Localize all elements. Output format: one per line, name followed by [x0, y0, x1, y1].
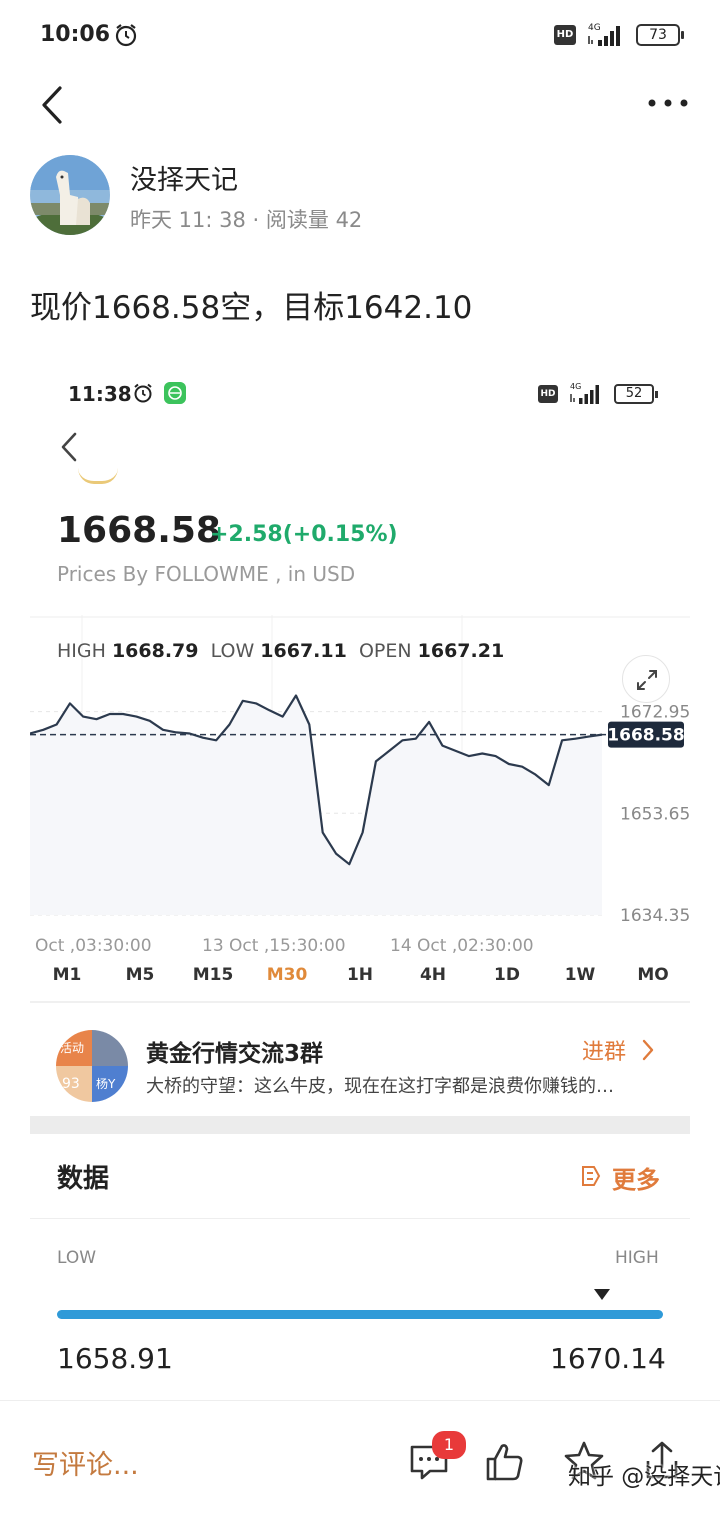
network-label: 4G	[588, 23, 601, 33]
embedded-status-time: 11:38	[68, 382, 132, 406]
embedded-battery-indicator: 52	[614, 384, 658, 404]
timeframe-tab-m5[interactable]: M5	[110, 965, 170, 985]
low-value: 1667.11	[260, 640, 347, 662]
embedded-network-label: 4G	[570, 382, 581, 391]
price-line-chart[interactable]: 1672.95 1653.65 1634.35 1668.58 Oct ,03:30:0…	[30, 615, 690, 965]
fullscreen-button[interactable]	[622, 655, 670, 703]
price-source: Prices By FOLLOWME , in USD	[57, 562, 356, 586]
range-high-label: HIGH	[615, 1248, 659, 1268]
high-low-open-row: HIGH 1668.79 LOW 1667.11 OPEN 1667.21	[57, 640, 504, 662]
post-text: 现价1668.58空，目标1642.10	[30, 290, 473, 326]
current-price: 1668.58	[57, 510, 221, 551]
avatar-number: 93	[62, 1076, 80, 1092]
expand-icon	[637, 670, 657, 690]
avatar[interactable]	[30, 155, 110, 235]
coin-logo-fragment	[78, 468, 118, 484]
section-separator	[30, 1116, 690, 1134]
bottom-action-bar: 写评论... 1 知乎 @没择天记	[0, 1400, 720, 1520]
x-tick-label: Oct ,03:30:00	[35, 936, 152, 956]
author-name[interactable]: 没择天记	[130, 158, 238, 197]
thumbs-up-icon[interactable]	[484, 1441, 526, 1483]
more-link[interactable]: 更多	[612, 1160, 660, 1195]
status-time: 10:06	[40, 22, 111, 47]
watermark: 知乎 @没择天记	[568, 1464, 720, 1490]
more-horizontal-icon[interactable]	[644, 96, 692, 110]
hd-badge: HD	[554, 25, 576, 45]
divider	[30, 1001, 690, 1003]
group-name[interactable]: 黄金行情交流3群	[146, 1034, 323, 1068]
alarm-clock-icon	[115, 24, 137, 47]
timeframe-tab-m1[interactable]: M1	[37, 965, 97, 985]
x-tick-label: 14 Oct ,02:30:00	[390, 936, 534, 956]
range-high-value: 1670.14	[550, 1342, 666, 1375]
signal-icon: 4G	[588, 23, 620, 46]
current-price-label: 1668.58	[607, 726, 684, 746]
open-label: OPEN	[358, 640, 412, 662]
chevron-left-icon[interactable]	[36, 82, 68, 128]
timeframe-tabs: M1 M5 M15 M30 1H 4H 1D 1W MO	[30, 965, 690, 995]
signal-icon: 4G	[570, 382, 599, 404]
comment-count-badge: 1	[432, 1431, 466, 1459]
y-tick-label: 1672.95	[620, 703, 690, 723]
embedded-hd-badge: HD	[538, 385, 558, 403]
embedded-screenshot[interactable]: 11:38 HD 4G 52 1668.58 +2.58(+0.15%) Pri…	[30, 360, 690, 1400]
alarm-clock-icon	[134, 383, 152, 403]
high-label: HIGH	[57, 640, 106, 662]
timeframe-tab-4h[interactable]: 4H	[403, 965, 463, 985]
high-value: 1668.79	[111, 640, 199, 662]
range-bar	[57, 1310, 663, 1319]
join-group-button[interactable]: 进群	[582, 1034, 626, 1066]
range-marker-icon	[594, 1289, 610, 1300]
data-section-title: 数据	[57, 1164, 110, 1194]
timeframe-tab-m30[interactable]: M30	[257, 965, 317, 985]
post-meta: 昨天 11: 38 · 阅读量 42	[130, 208, 363, 232]
avatar-user: 杨Y	[96, 1076, 116, 1091]
list-icon[interactable]	[580, 1164, 604, 1188]
chevron-left-icon	[61, 432, 77, 462]
timeframe-tab-m15[interactable]: M15	[183, 965, 243, 985]
open-value: 1667.21	[417, 640, 505, 662]
timeframe-tab-1w[interactable]: 1W	[550, 965, 610, 985]
comment-input[interactable]: 写评论...	[32, 1443, 139, 1482]
price-area-fill	[30, 695, 602, 915]
avatar-tag: 活动	[60, 1041, 84, 1055]
y-tick-label: 1653.65	[620, 804, 690, 824]
y-tick-label: 1634.35	[620, 906, 690, 926]
group-avatar[interactable]: 活动 93 杨Y	[56, 1030, 128, 1102]
price-change: +2.58(+0.15%)	[210, 522, 398, 547]
low-label: LOW	[210, 640, 255, 662]
group-last-message: 大桥的守望：这么牛皮，现在在这打字都是浪费你赚钱的…	[146, 1076, 614, 1097]
timeframe-tab-mo[interactable]: MO	[623, 965, 683, 985]
timeframe-tab-1d[interactable]: 1D	[477, 965, 537, 985]
chevron-right-icon[interactable]	[640, 1038, 656, 1062]
timeframe-tab-1h[interactable]: 1H	[330, 965, 390, 985]
alpaca-avatar-image	[30, 155, 110, 235]
group-avatar-image: 活动 93 杨Y	[56, 1030, 128, 1102]
app-notification-icon	[164, 382, 186, 404]
range-low-label: LOW	[57, 1248, 97, 1268]
status-bar: 10:06 HD 4G 73	[0, 0, 720, 70]
battery-indicator: 73	[636, 24, 684, 46]
divider	[30, 1218, 690, 1219]
x-tick-label: 13 Oct ,15:30:00	[202, 936, 346, 956]
range-low-value: 1658.91	[57, 1342, 173, 1375]
